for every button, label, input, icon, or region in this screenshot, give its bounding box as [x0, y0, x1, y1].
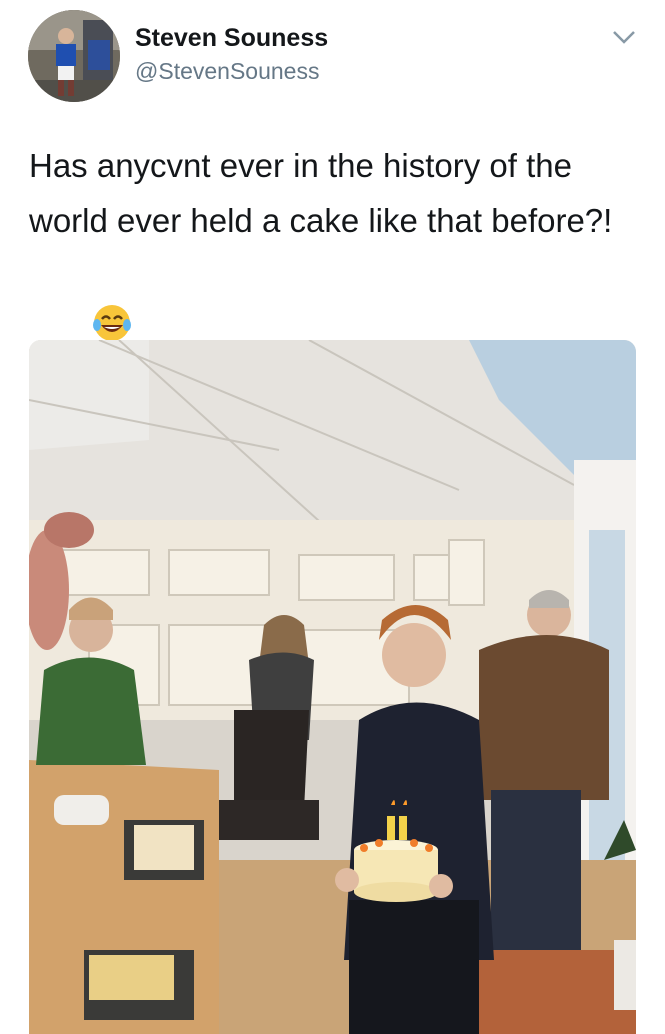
user-handle[interactable]: @StevenSouness	[135, 58, 319, 85]
avatar[interactable]	[28, 10, 120, 102]
tears-of-joy-emoji-icon	[93, 305, 132, 341]
tweet-photo[interactable]	[29, 340, 636, 1034]
chevron-down-icon[interactable]	[610, 26, 638, 48]
tweet-body: Has anycvnt ever in the history of the w…	[29, 147, 613, 239]
tweet-card: Steven Souness @StevenSouness Has anycvn…	[0, 0, 665, 1034]
display-name[interactable]: Steven Souness	[135, 24, 328, 53]
